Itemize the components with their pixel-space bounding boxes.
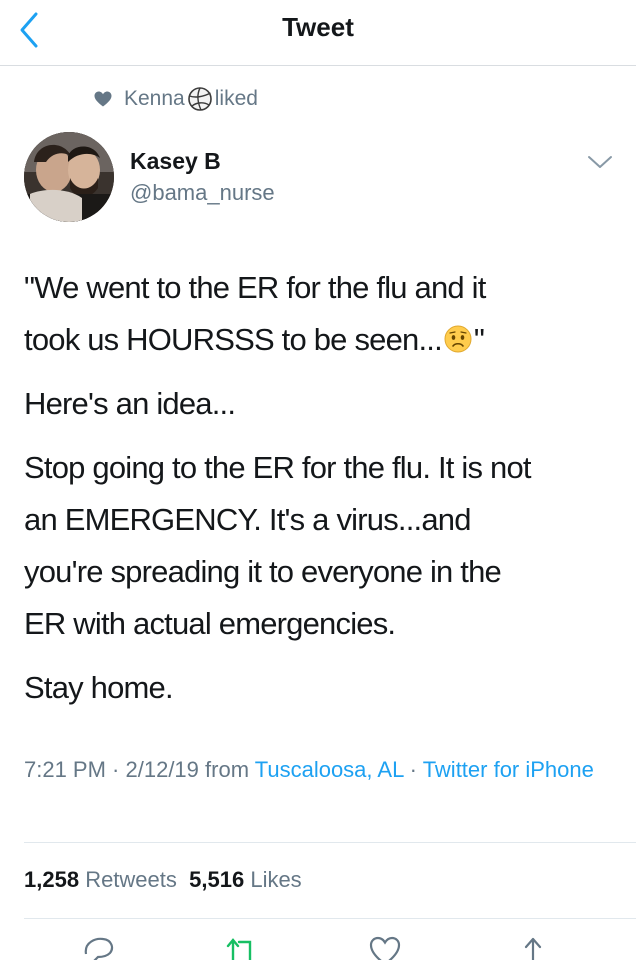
social-context[interactable]: Kenna liked bbox=[124, 86, 258, 112]
page-title: Tweet bbox=[282, 12, 354, 42]
likes-label: Likes bbox=[250, 867, 302, 892]
tweet-meta: 7:21 PM · 2/12/19 from Tuscaloosa, AL · … bbox=[24, 757, 594, 782]
likes-stat[interactable]: 5,516 Likes bbox=[189, 867, 302, 892]
retweets-stat[interactable]: 1,258 Retweets bbox=[24, 867, 177, 892]
nav-divider bbox=[0, 65, 636, 66]
tweet-date: 2/12/19 from bbox=[125, 757, 255, 782]
source-link[interactable]: Twitter for iPhone bbox=[423, 757, 594, 782]
divider bbox=[24, 842, 636, 843]
tweet-options-button[interactable] bbox=[586, 152, 614, 172]
likes-count: 5,516 bbox=[189, 867, 245, 892]
heart-icon bbox=[94, 91, 112, 107]
tweet-paragraph: Stay home. bbox=[24, 670, 174, 705]
retweets-label: Retweets bbox=[85, 867, 177, 892]
share-icon[interactable] bbox=[516, 936, 550, 960]
author-name[interactable]: Kasey B bbox=[130, 148, 221, 175]
tweet-paragraph: "We went to the ER for the flu and it to… bbox=[24, 270, 486, 357]
chevron-down-icon bbox=[588, 156, 612, 168]
liker-name[interactable]: Kenna bbox=[124, 87, 185, 111]
tweet-stats: 1,258 Retweets 5,516 Likes bbox=[24, 867, 302, 893]
location-link[interactable]: Tuscaloosa, AL bbox=[255, 757, 404, 782]
reply-icon[interactable] bbox=[82, 936, 116, 960]
tweet-time: 7:21 PM bbox=[24, 757, 106, 782]
tweet-paragraph: Here's an idea... bbox=[24, 386, 236, 421]
volleyball-emoji-icon bbox=[187, 86, 213, 112]
retweet-icon[interactable] bbox=[224, 936, 258, 960]
like-icon[interactable] bbox=[368, 936, 402, 960]
author-handle[interactable]: @bama_nurse bbox=[130, 180, 275, 206]
tweet-paragraph: Stop going to the ER for the flu. It is … bbox=[24, 450, 532, 641]
avatar[interactable] bbox=[24, 132, 114, 222]
worried-face-emoji-icon bbox=[443, 318, 473, 353]
retweets-count: 1,258 bbox=[24, 867, 80, 892]
context-action: liked bbox=[214, 87, 258, 110]
divider bbox=[24, 918, 636, 919]
tweet-text: "We went to the ER for the flu and it to… bbox=[24, 262, 616, 726]
